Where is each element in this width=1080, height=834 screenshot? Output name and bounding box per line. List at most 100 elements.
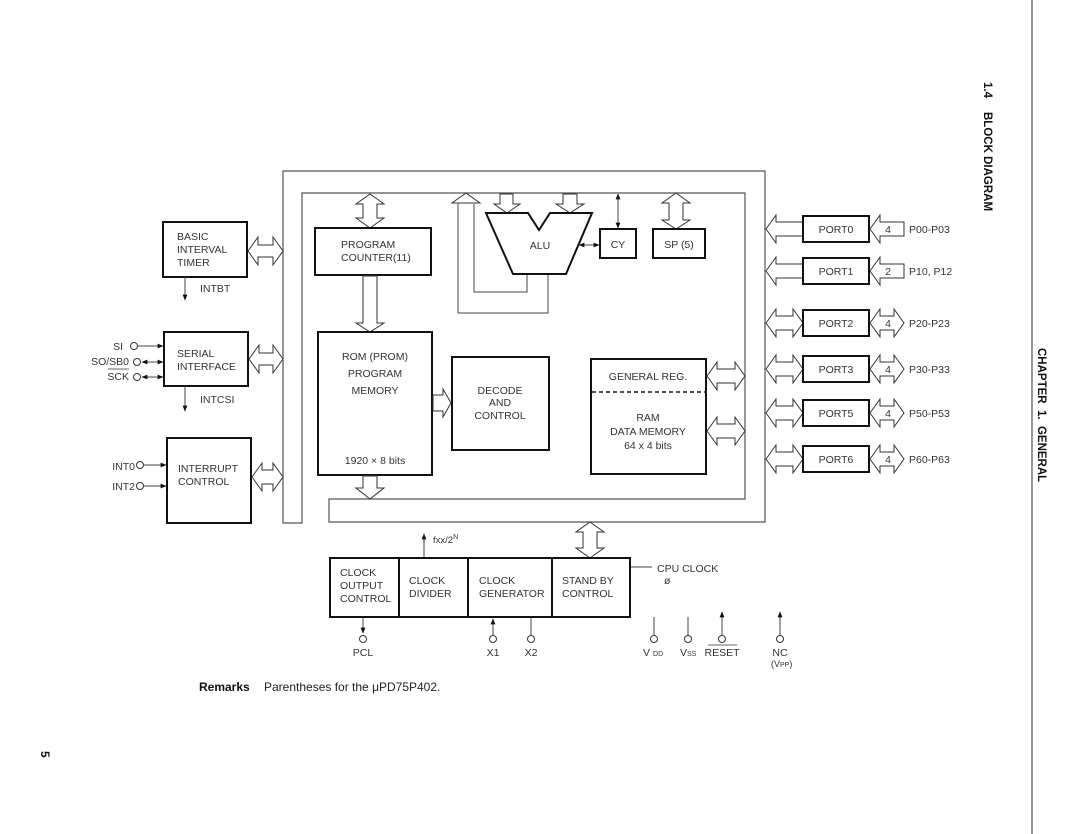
rom-label-1: ROM (PROM) — [342, 351, 408, 363]
pin-so-circle — [133, 358, 141, 366]
port-group: PORT0 4 P00-P03 PORT1 2 P10, P12 PORT2 4 P20-P23… — [765, 213, 952, 475]
pin-so-sb0: SO/SB0 — [91, 356, 129, 368]
port6-bus-arrow — [765, 443, 804, 475]
general-reg-label: GENERAL REG. — [609, 371, 687, 383]
pc-label-2: COUNTER(11) — [341, 252, 411, 264]
intcsi-label: INTCSI — [200, 394, 234, 406]
pin-reset-circle — [718, 635, 726, 643]
vss-text: V — [680, 647, 687, 659]
pin-vss-circle — [684, 635, 692, 643]
int-bus-arrow — [251, 461, 284, 493]
port5-width: 4 — [885, 408, 891, 420]
pin-nc: NC — [772, 647, 788, 659]
cy-label: CY — [611, 239, 626, 251]
remarks-label: Remarks — [199, 680, 250, 694]
pin-int2-circle — [136, 482, 144, 490]
int-label-1: INTERRUPT — [178, 463, 239, 475]
port6-pins: P60-P63 — [909, 454, 950, 466]
port0-width: 4 — [885, 224, 891, 236]
pin-vdd-circle — [650, 635, 658, 643]
port5-bus-arrow — [765, 397, 804, 429]
pin-pcl-circle — [359, 635, 367, 643]
section-title: BLOCK DIAGRAM — [981, 112, 993, 211]
alu-input-arrow-b — [554, 193, 586, 214]
rom-to-decode-arrow — [432, 387, 452, 419]
pin-pcl: PCL — [353, 647, 374, 659]
alu-label: ALU — [530, 240, 550, 252]
port3-pins: P30-P33 — [909, 364, 950, 376]
port6-width: 4 — [885, 454, 891, 466]
standby-bus-arrow — [574, 521, 606, 559]
ram-bus-arrow — [706, 415, 746, 447]
bit-label-3: TIMER — [177, 257, 210, 269]
port1-label: PORT1 — [819, 266, 854, 278]
vpp-text: (V — [771, 659, 780, 669]
genreg-bus-arrow — [706, 360, 746, 392]
intbt-label: INTBT — [200, 283, 231, 295]
sp-label: SP (5) — [664, 239, 694, 251]
alu-up-arrowhead — [450, 192, 482, 204]
ram-label-1: RAM — [636, 412, 659, 424]
sio-label-1: SERIAL — [177, 348, 215, 360]
rom-label-2: PROGRAM — [348, 368, 402, 380]
port5-pins: P50-P53 — [909, 408, 950, 420]
alu-input-arrow-a — [492, 193, 522, 214]
cpu-clock-label: CPU CLOCK — [657, 563, 718, 575]
pin-sck-circle — [133, 373, 141, 381]
pin-int2: INT2 — [112, 481, 135, 493]
pin-int0-circle — [136, 461, 144, 469]
port1-pins: P10, P12 — [909, 266, 952, 278]
svg-text:5: 5 — [38, 751, 52, 758]
pin-si-circle — [130, 342, 138, 350]
pin-x2: X2 — [525, 647, 538, 659]
pc-bus-arrow — [354, 193, 386, 229]
cpu-clock-phi: ø — [664, 575, 671, 587]
clock-output-label-3: CONTROL — [340, 593, 391, 605]
port3-bus-arrow — [765, 353, 804, 385]
page-number: 5 — [38, 751, 52, 758]
pin-int0: INT0 — [112, 461, 135, 473]
vdd-text: V — [643, 647, 650, 659]
ram-label-2: DATA MEMORY — [610, 426, 686, 438]
bit-bus-arrow — [247, 235, 284, 267]
sp-bus-arrow — [660, 192, 692, 230]
int-label-2: CONTROL — [178, 476, 229, 488]
vpp-sub: PP — [780, 662, 790, 669]
pin-x1: X1 — [487, 647, 500, 659]
standby-label-2: CONTROL — [562, 588, 613, 600]
pin-si: SI — [113, 341, 123, 353]
fxx-label: fxx/2N — [433, 534, 458, 546]
section-heading: 1.4 BLOCK DIAGRAM — [981, 82, 993, 211]
alu-output-line — [458, 274, 549, 314]
sio-bus-arrow — [248, 343, 284, 375]
decode-label-1: DECODE — [478, 385, 523, 397]
pc-to-rom-arrow — [354, 275, 386, 333]
rom-size: 1920 × 8 bits — [345, 455, 405, 467]
pin-vss: VSS — [680, 647, 697, 659]
section-number: 1.4 — [981, 82, 993, 99]
chapter-title: CHAPTER 1. GENERAL — [1035, 348, 1047, 482]
ram-label-3: 64 x 4 bits — [624, 440, 672, 452]
chapter-heading: CHAPTER 1. GENERAL — [1035, 348, 1047, 482]
port1-width: 2 — [885, 266, 891, 278]
port6-label: PORT6 — [819, 454, 854, 466]
port0-bus-arrow — [765, 213, 804, 245]
port0-pins: P00-P03 — [909, 224, 950, 236]
rom-label-3: MEMORY — [351, 385, 398, 397]
clock-gen-label-2: GENERATOR — [479, 588, 545, 600]
decode-label-2: AND — [489, 397, 512, 409]
port2-width: 4 — [885, 318, 891, 330]
clock-divider-label-1: CLOCK — [409, 575, 445, 587]
port0-label: PORT0 — [819, 224, 854, 236]
rom-to-bus-arrow — [354, 475, 386, 500]
port2-pins: P20-P23 — [909, 318, 950, 330]
port3-width: 4 — [885, 364, 891, 376]
clock-divider-label-2: DIVIDER — [409, 588, 452, 600]
sio-label-2: INTERFACE — [177, 361, 236, 373]
vdd-sub: DD — [653, 651, 663, 658]
vss-sub: SS — [687, 651, 697, 658]
fxx-sup: N — [453, 534, 458, 541]
port5-label: PORT5 — [819, 408, 854, 420]
bit-label-2: INTERVAL — [177, 244, 228, 256]
fxx-text: fxx/2 — [433, 535, 453, 546]
